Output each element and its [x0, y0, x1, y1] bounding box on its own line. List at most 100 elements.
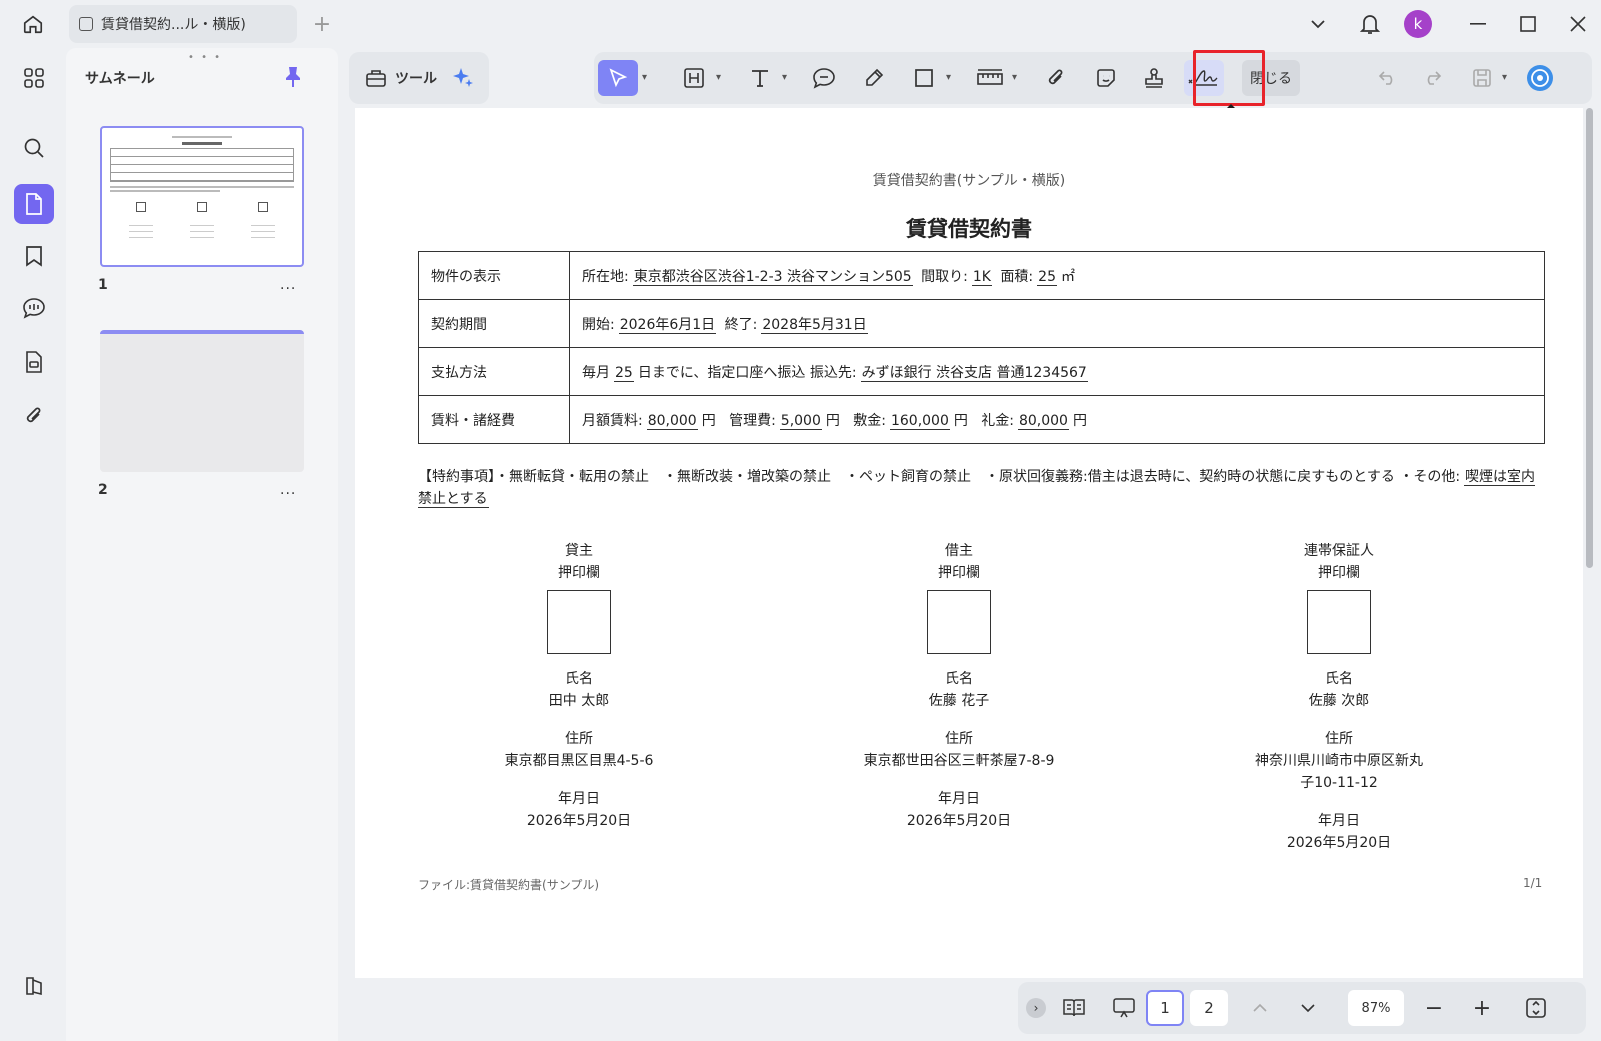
sticker-icon[interactable]	[1088, 60, 1124, 96]
pen-icon[interactable]	[856, 60, 892, 96]
seal-box[interactable]	[927, 590, 991, 654]
stamp-icon[interactable]	[1136, 60, 1172, 96]
home-icon[interactable]	[18, 10, 48, 38]
tools-button[interactable]: ツール	[357, 60, 439, 96]
page-2-button[interactable]: 2	[1190, 990, 1228, 1026]
select-cursor-icon[interactable]	[598, 60, 638, 96]
rent-value: 80,000	[646, 412, 698, 430]
payment-middle: 日までに、指定口座へ振込 振込先:	[637, 364, 857, 381]
key-money-value: 80,000	[1017, 412, 1069, 430]
panel-drag-handle[interactable]: • • •	[188, 52, 222, 63]
party-name: 佐藤 次郎	[1308, 693, 1370, 709]
area-label: 面積:	[1000, 268, 1034, 285]
vertical-scrollbar[interactable]	[1586, 108, 1593, 568]
chevron-down-icon[interactable]: ▾	[1502, 72, 1507, 83]
party-name: 佐藤 花子	[928, 693, 990, 709]
chevron-down-icon[interactable]	[1306, 12, 1330, 36]
tools-label: ツール	[395, 71, 437, 87]
minimize-icon[interactable]	[1466, 12, 1490, 36]
date-label: 年月日	[938, 791, 980, 807]
chevron-down-icon[interactable]: ▾	[716, 72, 721, 83]
document-title: 賃貸借契約書	[906, 217, 1032, 241]
zoom-out-icon[interactable]: −	[1416, 990, 1452, 1026]
measure-icon[interactable]	[972, 60, 1008, 96]
paperclip-icon[interactable]	[1038, 60, 1074, 96]
thumbnail-more-button[interactable]: ...	[280, 277, 296, 293]
footer-file-name: ファイル:賃貸借契約書(サンプル)	[418, 878, 600, 892]
ai-sparkle-icon[interactable]	[445, 60, 481, 96]
thumbnail-more-button[interactable]: ...	[280, 482, 296, 498]
page-1-button[interactable]: 1	[1146, 990, 1184, 1026]
chevron-down-icon[interactable]: ▾	[1012, 72, 1017, 83]
comment-icon[interactable]	[806, 60, 842, 96]
address-label: 住所	[945, 731, 973, 747]
thumbnail-page-number: 2	[98, 482, 108, 498]
row-label: 賃料・諸経費	[418, 395, 570, 444]
payment-cell: 毎月 25 日までに、指定口座へ振込 振込先: みずほ銀行 渋谷支店 普通123456…	[569, 347, 1545, 396]
maximize-icon[interactable]	[1516, 12, 1540, 36]
document-tab[interactable]: 賃貸借契約...ル・横版)	[69, 5, 297, 43]
bookmark-icon[interactable]	[14, 236, 54, 276]
present-icon[interactable]	[1106, 990, 1142, 1026]
bell-icon[interactable]	[1356, 10, 1384, 38]
seal-box[interactable]	[1307, 590, 1371, 654]
highlight-icon[interactable]	[676, 60, 712, 96]
rectangle-icon[interactable]	[906, 60, 942, 96]
document-page: 賃貸借契約書(サンプル・横版) 賃貸借契約書 物件の表示 所在地: 東京都渋谷区渋…	[355, 108, 1583, 978]
seal-label: 押印欄	[1318, 565, 1360, 581]
layout-label: 間取り:	[921, 268, 968, 285]
chevron-down-icon[interactable]: ▾	[782, 72, 787, 83]
expand-chevron-icon[interactable]: ›	[1026, 998, 1046, 1018]
chevron-down-icon[interactable]: ▾	[946, 72, 951, 83]
seal-label: 押印欄	[558, 565, 600, 581]
date-label: 年月日	[558, 791, 600, 807]
page-down-icon[interactable]	[1290, 990, 1326, 1026]
comments-icon[interactable]	[14, 288, 54, 328]
redo-icon[interactable]	[1414, 60, 1450, 96]
seal-box[interactable]	[547, 590, 611, 654]
page-up-icon[interactable]	[1242, 990, 1278, 1026]
tab-doc-icon	[79, 17, 93, 31]
save-icon[interactable]	[1464, 60, 1500, 96]
form-icon[interactable]	[14, 342, 54, 382]
end-label: 終了:	[724, 316, 758, 333]
avatar[interactable]: k	[1404, 10, 1432, 38]
page-thumbnails-icon[interactable]	[14, 184, 54, 224]
party-tenant: 借主 押印欄 氏名 佐藤 花子 住所 東京都世田谷区三軒茶屋7-8-9 年月日 …	[849, 540, 1069, 832]
name-label: 氏名	[565, 671, 593, 687]
search-icon[interactable]	[14, 128, 54, 168]
thumbnail-page-1[interactable]	[100, 126, 304, 267]
sidebar-toggle-icon[interactable]	[14, 966, 54, 1006]
attachment-icon[interactable]	[14, 396, 54, 436]
chevron-down-icon[interactable]: ▾	[642, 72, 647, 83]
table-row: 物件の表示 所在地: 東京都渋谷区渋谷1-2-3 渋谷マンション505 間取り: 1…	[418, 251, 1545, 300]
yen-unit: 円	[1072, 412, 1087, 429]
party-date: 2026年5月20日	[1286, 835, 1392, 851]
grid-icon[interactable]	[14, 58, 54, 98]
zoom-in-icon[interactable]: +	[1464, 990, 1500, 1026]
close-icon[interactable]	[1566, 12, 1590, 36]
thumbnail-panel-title: サムネール	[85, 71, 155, 87]
contract-table: 物件の表示 所在地: 東京都渋谷区渋谷1-2-3 渋谷マンション505 間取り: 1…	[418, 251, 1545, 444]
zoom-level[interactable]: 87%	[1348, 990, 1404, 1026]
avatar-letter: k	[1413, 15, 1423, 33]
party-date: 2026年5月20日	[906, 813, 1012, 829]
name-label: 氏名	[1325, 671, 1353, 687]
party-date: 2026年5月20日	[526, 813, 632, 829]
pin-icon[interactable]	[284, 66, 302, 92]
yen-unit: 円	[701, 412, 716, 429]
thumbnail-page-2[interactable]	[100, 330, 304, 472]
new-tab-plus-icon[interactable]: +	[310, 12, 334, 37]
reading-mode-icon[interactable]	[1056, 990, 1092, 1026]
layout-value: 1K	[971, 268, 992, 286]
start-label: 開始:	[582, 316, 615, 333]
key-money-label: 礼金:	[981, 412, 1014, 429]
fit-page-icon[interactable]	[1518, 990, 1554, 1026]
deposit-value: 160,000	[889, 412, 950, 430]
undo-icon[interactable]	[1370, 60, 1406, 96]
mgmt-label: 管理費:	[729, 412, 776, 429]
party-guarantor: 連帯保証人 押印欄 氏名 佐藤 次郎 住所 神奈川県川崎市中原区新丸子10-11…	[1229, 540, 1449, 854]
tools-group: ツール	[349, 52, 489, 104]
assistant-icon[interactable]	[1522, 60, 1558, 96]
text-icon[interactable]	[742, 60, 778, 96]
